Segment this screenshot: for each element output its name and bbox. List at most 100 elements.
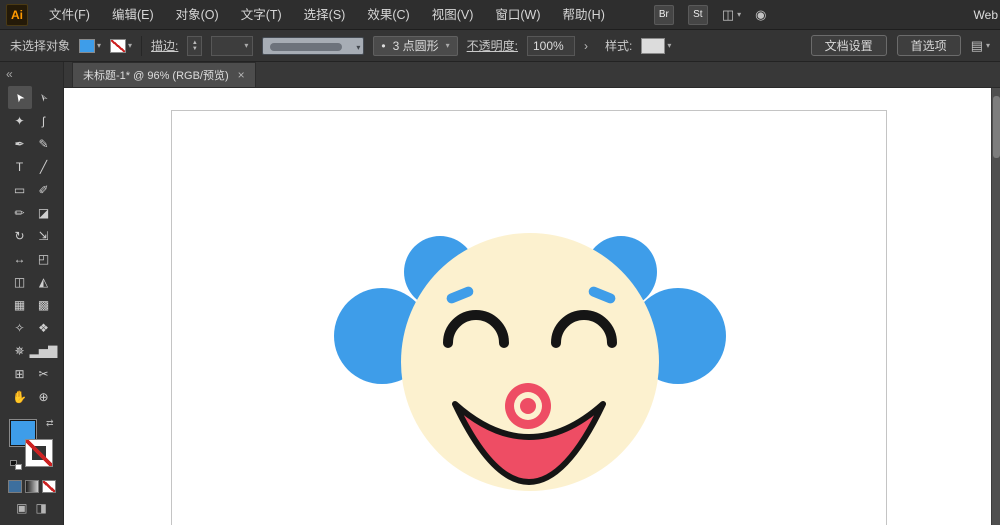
document-tab[interactable]: 未标题-1* @ 96% (RGB/预览) ×	[72, 62, 256, 87]
collapse-tools-button[interactable]: «	[6, 67, 13, 81]
style-select[interactable]: ▾	[641, 37, 672, 54]
menu-item-edit[interactable]: 编辑(E)	[101, 0, 165, 30]
perspective-grid-tool[interactable]: ◭	[32, 270, 56, 293]
shape-builder-tool[interactable]: ◫	[8, 270, 32, 293]
gradient-tool-icon: ▩	[37, 297, 50, 312]
selection-status: 未选择对象	[10, 39, 71, 53]
brush-definition-select[interactable]: • 3 点圆形 ▾	[373, 35, 458, 56]
eyedropper-tool-icon: ✧	[14, 320, 25, 335]
selection-tool[interactable]: ➤	[7, 86, 32, 109]
menu-item-select[interactable]: 选择(S)	[293, 0, 357, 30]
gradient-mode-button[interactable]	[24, 480, 39, 493]
slice-tool[interactable]: ✂	[32, 362, 56, 385]
lasso-tool-icon: ʃ	[42, 113, 45, 128]
separator	[141, 35, 143, 56]
stroke-weight-label[interactable]: 描边:	[151, 37, 178, 54]
menubar-items: 文件(F) 编辑(E) 对象(O) 文字(T) 选择(S) 效果(C) 视图(V) 窗口(W)…	[38, 0, 616, 30]
line-segment-tool[interactable]: ╱	[32, 155, 56, 178]
stepper-down-icon[interactable]: ▼	[192, 46, 198, 52]
arrange-documents-icon: ◫	[721, 6, 735, 22]
menu-item-effect[interactable]: 效果(C)	[356, 0, 420, 30]
artboard-tool[interactable]: ⊞	[8, 362, 32, 385]
magic-wand-tool[interactable]: ✦	[8, 109, 32, 132]
fill-color-swatch[interactable]	[79, 38, 96, 53]
workspace-switcher[interactable]: Web	[974, 8, 1000, 22]
menu-item-type[interactable]: 文字(T)	[230, 0, 293, 30]
width-profile-preview	[270, 42, 343, 51]
document-tab-title: 未标题-1* @ 96% (RGB/预览)	[83, 70, 229, 82]
clown-nose-center[interactable]	[520, 398, 536, 414]
gradient-tool[interactable]: ▩	[32, 293, 56, 316]
stock-button[interactable]: St	[687, 4, 708, 25]
free-transform-tool[interactable]: ◰	[32, 247, 56, 270]
control-bar: 未选择对象 ▾ ▾ 描边: ▲ ▼ ▾ ▾ • 3 点圆形 ▾ 不透明度: 10…	[0, 30, 1000, 62]
column-graph-tool[interactable]: ▂▅▇	[29, 339, 58, 362]
symbol-sprayer-tool[interactable]: ✵	[8, 339, 32, 362]
type-tool[interactable]: T	[8, 155, 32, 178]
arrange-documents-button[interactable]: ◫ ▾	[722, 7, 741, 23]
share-button[interactable]: ◉	[755, 7, 766, 23]
eyedropper-tool[interactable]: ✧	[8, 316, 32, 339]
stroke-color-control[interactable]: ▾	[110, 38, 132, 53]
chevron-down-icon: ▾	[985, 41, 990, 50]
mesh-tool[interactable]: ▦	[8, 293, 32, 316]
stroke-color-swatch[interactable]	[110, 38, 127, 53]
opacity-label[interactable]: 不透明度:	[467, 37, 518, 54]
width-profile-select[interactable]: ▾	[262, 36, 365, 55]
workspace: « ➤ ➣ ✦ ʃ ✒ ✎ T ╱ ▭ ✐ ✏ ◪ ↻ ⇲ ↔ ◰ ◫ ◭ ▦ ▩ ✧ ❖ ✵ ▂▅▇ ⊞ ✂ ✋ ⊕ ⇄	[0, 62, 1000, 525]
draw-normal-icon[interactable]: ▣	[16, 501, 27, 515]
opacity-dropdown-icon[interactable]: ›	[584, 39, 596, 53]
chevron-down-icon: ▾	[667, 41, 672, 50]
rotate-tool[interactable]: ↻	[8, 224, 32, 247]
scrollbar-thumb[interactable]	[993, 96, 1000, 158]
style-label: 样式:	[604, 39, 633, 53]
screen-mode-icon[interactable]: ◨	[36, 501, 47, 515]
menu-item-file[interactable]: 文件(F)	[38, 0, 101, 30]
eraser-tool[interactable]: ◪	[32, 201, 56, 224]
scale-tool[interactable]: ⇲	[32, 224, 56, 247]
close-icon[interactable]: ×	[238, 68, 245, 82]
shaper-tool[interactable]: ✏	[8, 201, 32, 224]
stroke-weight-stepper[interactable]: ▲ ▼	[187, 35, 203, 56]
width-tool[interactable]: ↔	[8, 247, 32, 270]
panel-menu-button[interactable]: ▤ ▾	[971, 38, 990, 54]
rotate-tool-icon: ↻	[14, 228, 25, 243]
menu-item-help[interactable]: 帮助(H)	[552, 0, 616, 30]
zoom-tool[interactable]: ⊕	[32, 385, 56, 408]
none-mode-button[interactable]	[41, 480, 56, 493]
menu-item-view[interactable]: 视图(V)	[421, 0, 485, 30]
paintbrush-tool[interactable]: ✐	[32, 178, 56, 201]
bridge-button[interactable]: Br	[653, 4, 674, 25]
swap-fill-stroke-icon[interactable]: ⇄	[46, 418, 54, 429]
stroke-weight-select[interactable]: ▾	[211, 35, 254, 56]
direct-selection-tool-icon: ➣	[36, 89, 52, 105]
style-swatch[interactable]	[641, 37, 666, 54]
menu-bar: Ai 文件(F) 编辑(E) 对象(O) 文字(T) 选择(S) 效果(C) 视图(V) 窗口…	[0, 0, 1000, 30]
paintbrush-tool-icon: ✐	[38, 182, 49, 197]
default-fill-stroke-icon[interactable]	[9, 460, 22, 470]
paint-mode-row	[7, 480, 56, 493]
document-area: 未标题-1* @ 96% (RGB/预览) ×	[64, 62, 1000, 525]
preferences-button[interactable]: 首选项	[896, 35, 961, 56]
lasso-tool[interactable]: ʃ	[32, 109, 56, 132]
line-segment-tool-icon: ╱	[39, 159, 48, 174]
opacity-input[interactable]: 100%	[526, 35, 575, 56]
canvas[interactable]	[64, 88, 1000, 525]
rectangle-tool-icon: ▭	[13, 182, 26, 197]
menu-item-object[interactable]: 对象(O)	[165, 0, 230, 30]
blend-tool[interactable]: ❖	[32, 316, 56, 339]
hand-tool-icon: ✋	[12, 389, 27, 404]
curvature-tool[interactable]: ✎	[32, 132, 56, 155]
menu-item-window[interactable]: 窗口(W)	[484, 0, 551, 30]
direct-selection-tool[interactable]: ➣	[32, 86, 56, 109]
fill-color-control[interactable]: ▾	[79, 38, 101, 53]
hand-tool[interactable]: ✋	[8, 385, 32, 408]
rectangle-tool[interactable]: ▭	[8, 178, 32, 201]
document-setup-button[interactable]: 文档设置	[810, 35, 887, 56]
color-mode-button[interactable]	[7, 480, 22, 493]
pen-tool[interactable]: ✒	[8, 132, 32, 155]
pen-tool-icon: ✒	[14, 136, 25, 151]
column-graph-tool-icon: ▂▅▇	[29, 343, 58, 358]
stroke-swatch[interactable]	[25, 440, 52, 466]
vertical-scrollbar[interactable]	[991, 88, 1000, 525]
